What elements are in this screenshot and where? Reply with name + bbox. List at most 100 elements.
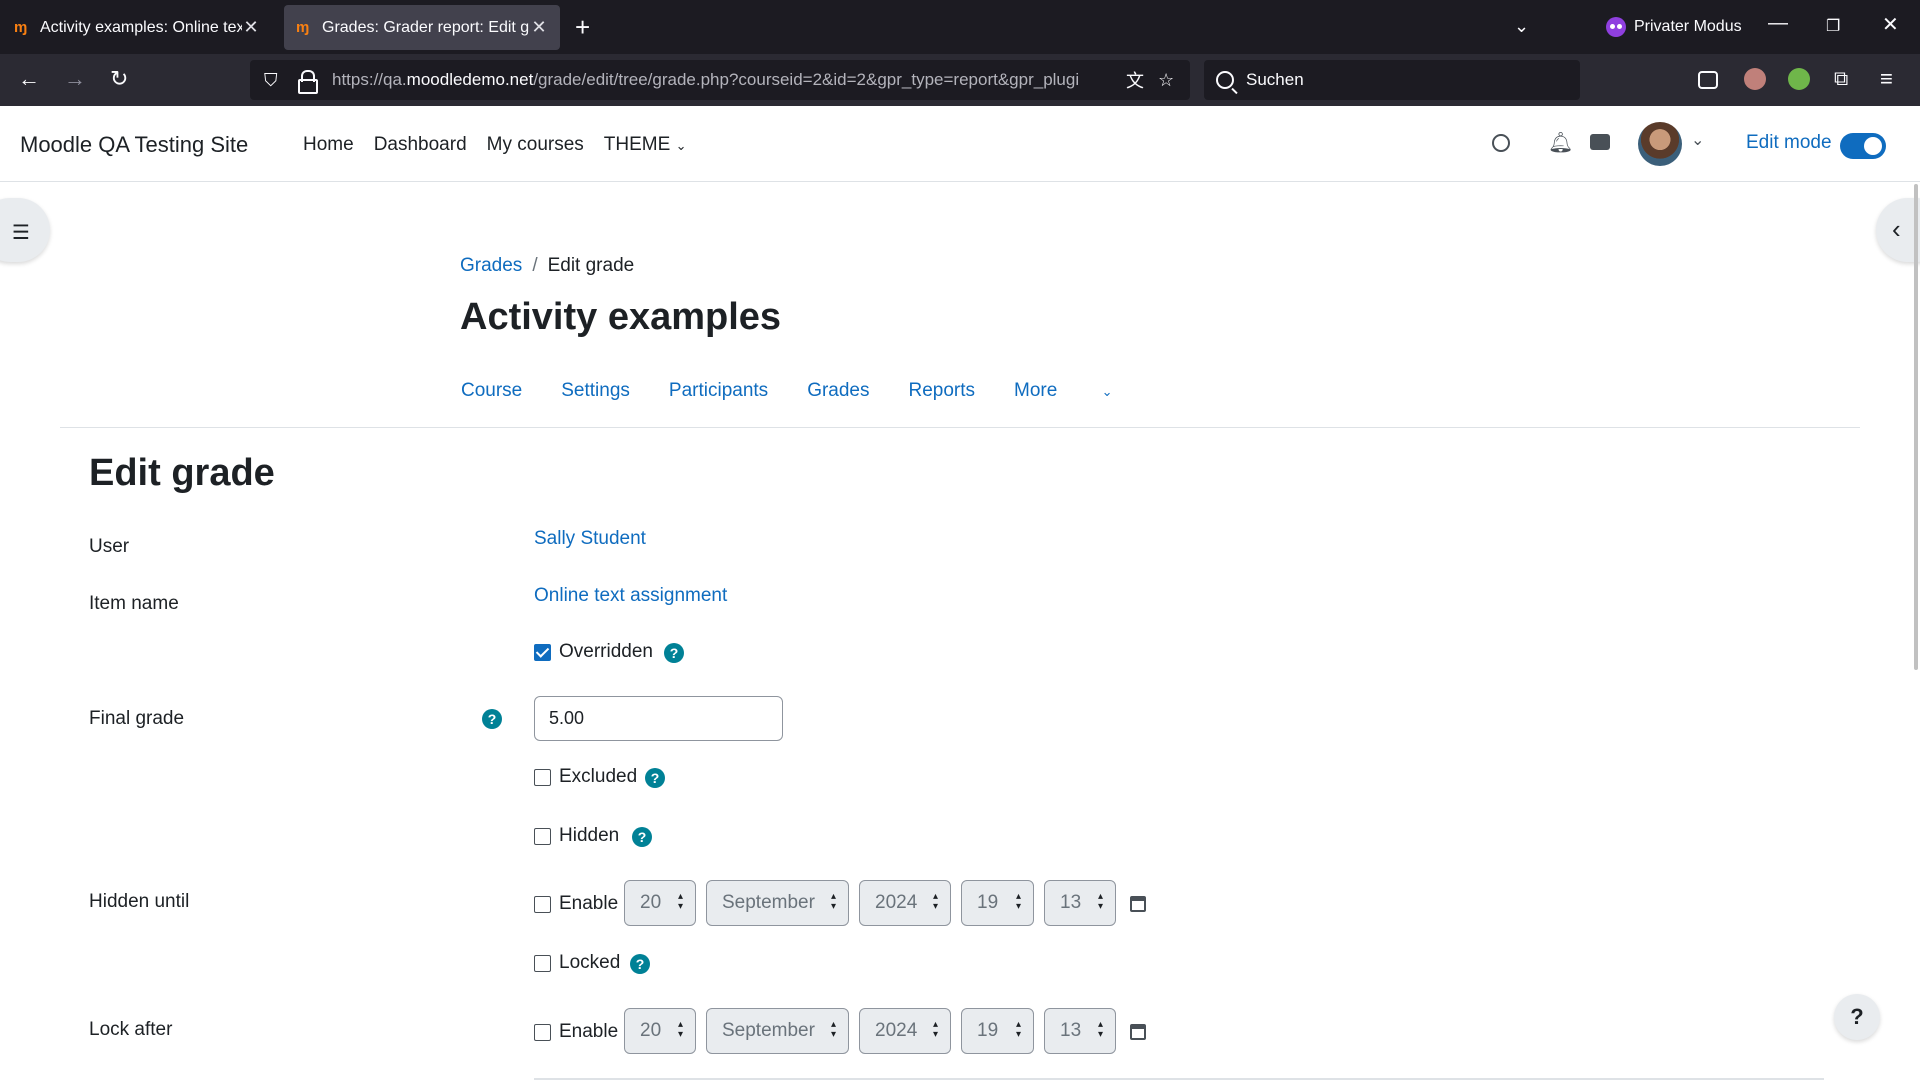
tab-title: Grades: Grader report: Edit grad — [322, 18, 530, 36]
overridden-help-icon[interactable]: ? — [664, 643, 684, 663]
edit-mode-label[interactable]: Edit mode — [1746, 132, 1832, 154]
browser-tab-strip: ɱ Activity examples: Online text a ✕ ɱ G… — [0, 0, 1920, 54]
messages-icon[interactable] — [1590, 134, 1610, 150]
lock-after-month-select[interactable]: September — [706, 1008, 849, 1054]
hidden-until-hour-select[interactable]: 19 — [961, 880, 1034, 926]
user-label: User — [89, 536, 130, 557]
excluded-checkbox[interactable] — [534, 769, 551, 786]
hidden-until-enable-checkbox[interactable] — [534, 896, 551, 913]
primary-navigation: Home Dashboard My courses THEME ⌄ — [303, 134, 686, 156]
user-menu-chevron-down-icon[interactable]: ⌄ — [1691, 130, 1704, 150]
locked-help-icon[interactable]: ? — [630, 954, 650, 974]
extensions-puzzle-icon[interactable]: ⧉ — [1834, 66, 1848, 92]
hidden-until-month-select[interactable]: September — [706, 880, 849, 926]
lock-after-day-select[interactable]: 20 — [624, 1008, 696, 1054]
close-window-icon[interactable]: ✕ — [1882, 12, 1899, 37]
course-index-drawer-toggle[interactable]: ☰ — [0, 198, 50, 262]
user-link[interactable]: Sally Student — [534, 528, 646, 550]
lock-after-year-select[interactable]: 2024 — [859, 1008, 951, 1054]
browser-tab-activity-examples[interactable]: ɱ Activity examples: Online text a ✕ — [2, 5, 272, 50]
hidden-label: Hidden — [559, 825, 620, 846]
calendar-icon[interactable] — [1130, 896, 1146, 912]
secnav-course[interactable]: Course — [461, 380, 522, 402]
url-text[interactable]: https://qa.moodledemo.net/grade/edit/tre… — [332, 70, 1112, 90]
lock-after-label: Lock after — [89, 1019, 173, 1040]
extension-avatar-icon[interactable] — [1744, 68, 1766, 90]
back-icon[interactable]: ← — [18, 66, 40, 92]
excluded-label: Excluded — [559, 766, 638, 787]
moodle-favicon-icon: ɱ — [14, 18, 28, 36]
app-menu-icon[interactable]: ≡ — [1880, 66, 1893, 92]
nav-dashboard[interactable]: Dashboard — [374, 134, 467, 156]
chevron-down-icon: ⌄ — [1101, 384, 1113, 399]
secnav-more-dropdown[interactable]: More ⌄ — [1014, 380, 1151, 402]
close-tab-icon[interactable]: ✕ — [530, 17, 548, 38]
hidden-until-year-select[interactable]: 2024 — [859, 880, 951, 926]
item-name-label: Item name — [89, 593, 179, 614]
search-icon[interactable] — [1492, 134, 1510, 152]
user-avatar[interactable] — [1638, 122, 1682, 166]
translate-icon[interactable]: 文 — [1126, 67, 1144, 93]
lock-after-minute-select[interactable]: 13 — [1044, 1008, 1116, 1054]
private-mode-label: Privater Modus — [1634, 18, 1742, 35]
overridden-label: Overridden — [559, 641, 653, 662]
secnav-grades[interactable]: Grades — [807, 380, 869, 402]
browser-tab-grades[interactable]: ɱ Grades: Grader report: Edit grad ✕ — [284, 5, 560, 50]
hidden-help-icon[interactable]: ? — [632, 827, 652, 847]
list-icon: ☰ — [12, 222, 30, 244]
notifications-bell-icon[interactable]: 🔔︎ — [1548, 130, 1573, 155]
address-bar[interactable]: ⛉ https://qa.moodledemo.net/grade/edit/t… — [250, 60, 1190, 100]
site-name[interactable]: Moodle QA Testing Site — [20, 132, 248, 158]
secnav-participants[interactable]: Participants — [669, 380, 768, 402]
calendar-icon[interactable] — [1130, 1024, 1146, 1040]
secnav-reports[interactable]: Reports — [909, 380, 976, 402]
chevron-left-icon: ‹ — [1892, 214, 1901, 244]
nav-my-courses[interactable]: My courses — [487, 134, 584, 156]
tracking-protection-shield-icon[interactable]: ⛉ — [264, 70, 284, 91]
extension-green-icon[interactable] — [1788, 68, 1810, 90]
nav-theme-dropdown[interactable]: THEME ⌄ — [604, 134, 687, 156]
nav-home[interactable]: Home — [303, 134, 354, 156]
secondary-navigation: Course Settings Participants Grades Repo… — [461, 380, 1191, 402]
tab-title: Activity examples: Online text a — [40, 18, 242, 36]
reload-icon[interactable]: ↻ — [110, 66, 128, 92]
hidden-until-day-select[interactable]: 20 — [624, 880, 696, 926]
secnav-settings[interactable]: Settings — [561, 380, 630, 402]
search-icon — [1216, 71, 1234, 89]
restore-window-icon[interactable]: ❐ — [1826, 16, 1840, 36]
private-mask-icon — [1606, 17, 1626, 37]
item-name-link[interactable]: Online text assignment — [534, 585, 727, 607]
lock-icon[interactable] — [298, 70, 318, 94]
page-scrollbar[interactable] — [1914, 184, 1918, 670]
private-mode-indicator: Privater Modus — [1606, 17, 1742, 37]
lock-after-enable-checkbox[interactable] — [534, 1024, 551, 1041]
bookmark-star-icon[interactable]: ☆ — [1158, 70, 1174, 91]
hidden-checkbox[interactable] — [534, 828, 551, 845]
new-tab-button[interactable]: + — [575, 14, 590, 40]
locked-checkbox[interactable] — [534, 955, 551, 972]
breadcrumb-grades-link[interactable]: Grades — [460, 255, 522, 277]
hidden-until-minute-select[interactable]: 13 — [1044, 880, 1116, 926]
minimize-window-icon[interactable]: — — [1768, 12, 1788, 35]
hidden-until-label: Hidden until — [89, 891, 190, 912]
pocket-icon[interactable] — [1698, 71, 1718, 89]
close-tab-icon[interactable]: ✕ — [242, 17, 260, 38]
edit-mode-toggle[interactable] — [1840, 133, 1886, 159]
excluded-help-icon[interactable]: ? — [645, 768, 665, 788]
forward-icon[interactable]: → — [64, 66, 86, 92]
breadcrumb-separator: / — [532, 255, 538, 276]
moodle-navbar: Moodle QA Testing Site Home Dashboard My… — [0, 106, 1920, 182]
course-title: Activity examples — [460, 296, 782, 338]
final-grade-help-icon[interactable]: ? — [482, 709, 502, 729]
final-grade-label: Final grade — [89, 708, 185, 729]
lock-after-hour-select[interactable]: 19 — [961, 1008, 1034, 1054]
overridden-checkbox[interactable] — [534, 644, 551, 661]
locked-label: Locked — [559, 952, 621, 973]
final-grade-input[interactable]: 5.00 — [534, 696, 783, 741]
help-button[interactable]: ? — [1834, 994, 1880, 1040]
moodle-favicon-icon: ɱ — [296, 18, 310, 36]
list-all-tabs-icon[interactable]: ⌄ — [1514, 16, 1529, 37]
browser-search-field[interactable]: Suchen — [1204, 60, 1580, 100]
browser-toolbar: ← → ↻ ⛉ https://qa.moodledemo.net/grade/… — [0, 54, 1920, 106]
hidden-until-enable-label: Enable — [559, 893, 619, 914]
